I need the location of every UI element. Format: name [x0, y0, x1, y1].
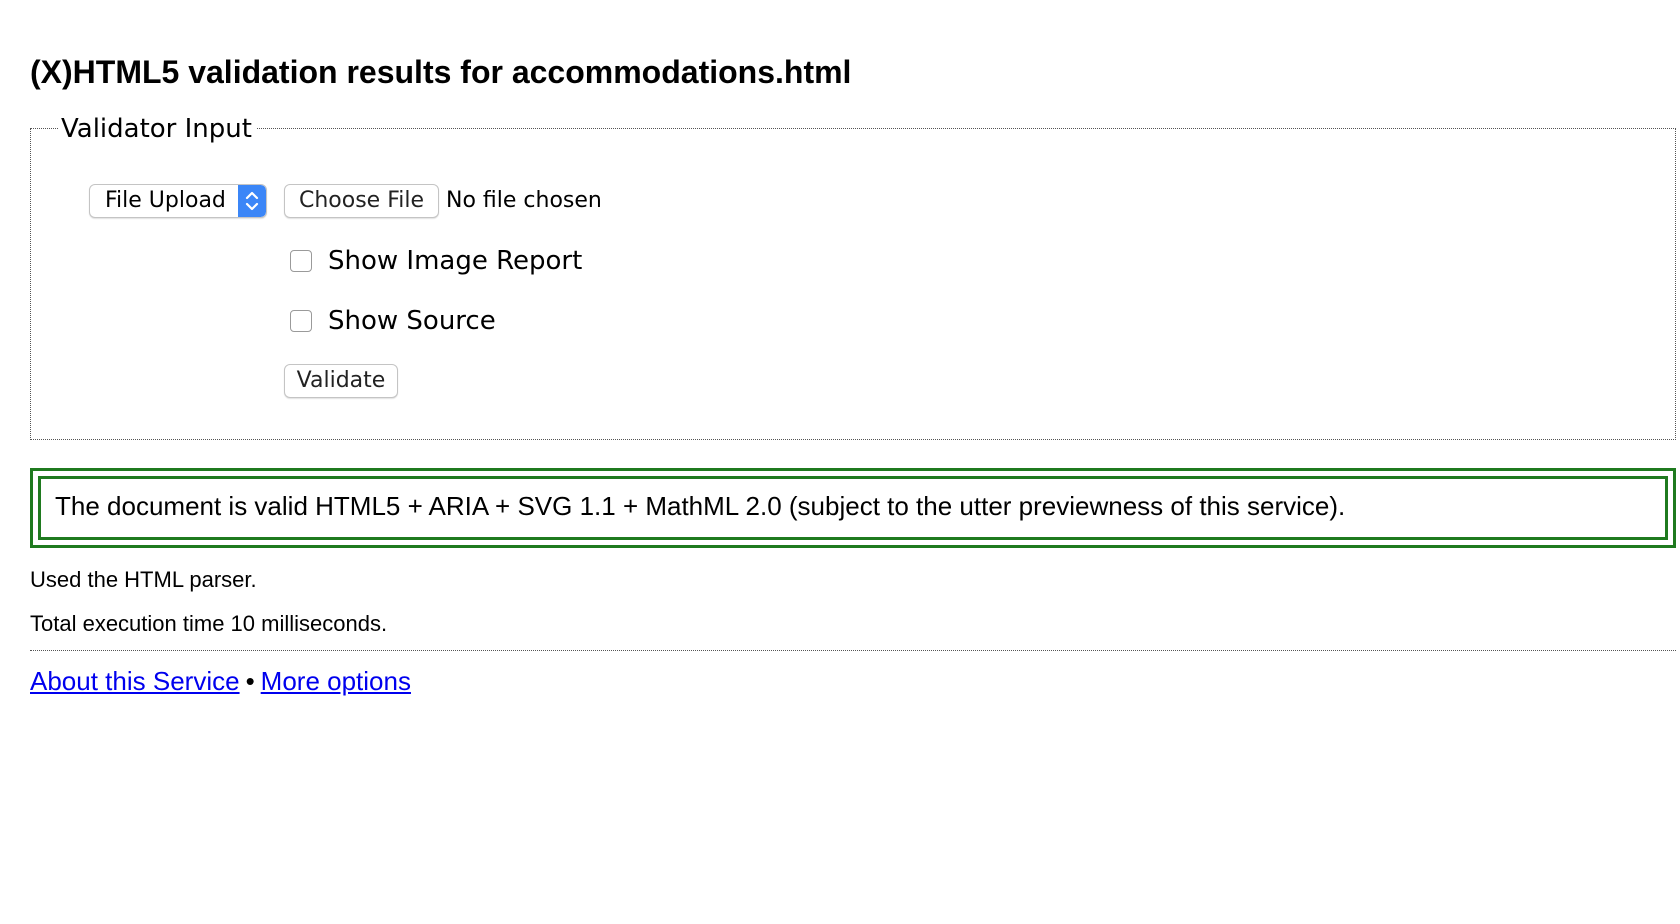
- validator-page: (X)HTML5 validation results for accommod…: [0, 0, 1680, 924]
- more-options-link[interactable]: More options: [261, 666, 411, 696]
- page-title: (X)HTML5 validation results for accommod…: [30, 54, 852, 90]
- validation-success-box: The document is valid HTML5 + ARIA + SVG…: [30, 468, 1676, 548]
- execution-time-text: Total execution time 10 milliseconds.: [30, 611, 388, 636]
- footer-divider: [30, 650, 1676, 651]
- validate-button[interactable]: Validate: [284, 364, 398, 398]
- footer-links: About this Service • More options: [30, 664, 411, 698]
- show-source-label[interactable]: Show Source: [328, 304, 496, 338]
- show-source-checkbox[interactable]: [290, 310, 312, 332]
- show-image-report-label[interactable]: Show Image Report: [328, 244, 582, 278]
- input-mode-select[interactable]: File Upload: [89, 184, 267, 218]
- choose-file-button[interactable]: Choose File: [284, 184, 439, 218]
- validator-input-fieldset: Validator Input: [30, 112, 1676, 440]
- file-status-text: No file chosen: [446, 188, 602, 213]
- chevron-up-down-icon: [238, 185, 266, 217]
- show-image-report-checkbox[interactable]: [290, 250, 312, 272]
- footer-separator: •: [245, 666, 255, 696]
- parser-info-text: Used the HTML parser.: [30, 567, 257, 592]
- validator-input-legend: Validator Input: [59, 112, 256, 146]
- about-service-link[interactable]: About this Service: [30, 666, 240, 696]
- input-mode-selected-value: File Upload: [105, 188, 226, 213]
- validation-success-message: The document is valid HTML5 + ARIA + SVG…: [38, 476, 1668, 540]
